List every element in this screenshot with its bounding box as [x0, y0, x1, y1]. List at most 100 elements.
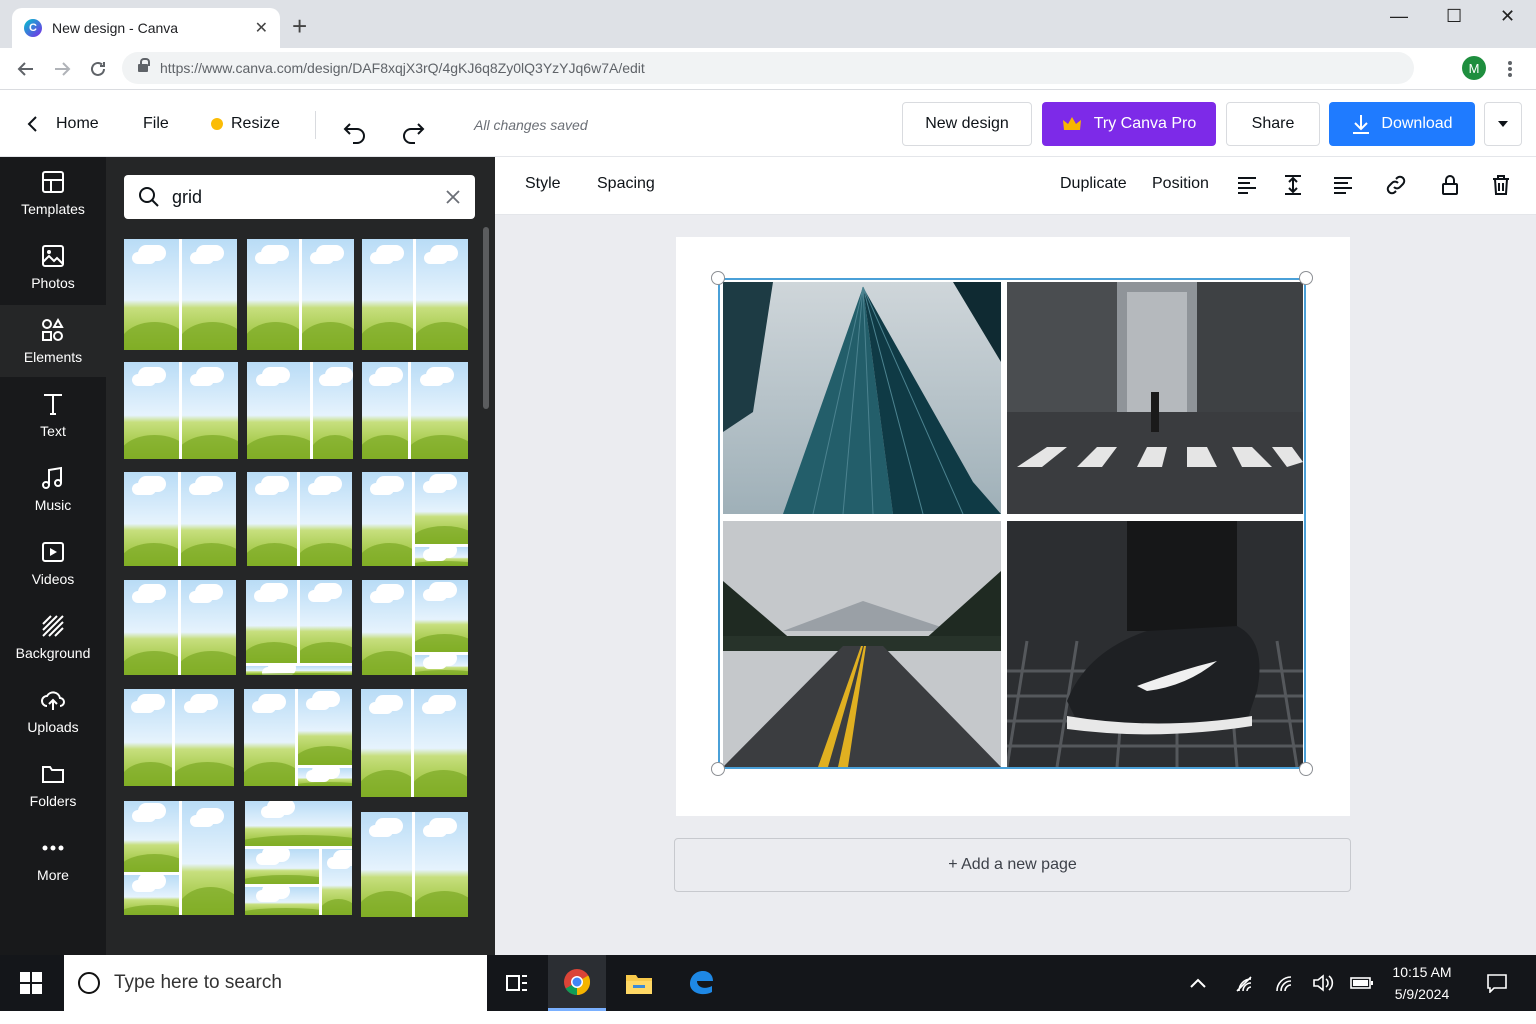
chrome-taskbar-button[interactable] — [548, 955, 606, 1011]
sidebar-item-uploads[interactable]: Uploads — [0, 675, 106, 747]
resize-handle[interactable] — [711, 271, 725, 285]
sidebar-label: Uploads — [27, 719, 79, 735]
new-tab-button[interactable]: + — [292, 12, 307, 40]
network-icon[interactable] — [1234, 973, 1254, 993]
screen-bottom-border — [0, 1011, 1536, 1024]
minimize-button[interactable]: — — [1390, 6, 1408, 28]
wifi-icon[interactable] — [1274, 973, 1294, 993]
more-options-button[interactable] — [1484, 102, 1522, 146]
grid-result[interactable] — [124, 801, 234, 915]
home-button[interactable]: Home — [26, 105, 99, 143]
trash-icon[interactable] — [1489, 173, 1513, 197]
grid-result[interactable] — [247, 362, 353, 459]
forward-arrow-icon[interactable] — [52, 59, 72, 79]
sidebar-item-folders[interactable]: Folders — [0, 749, 106, 821]
sidebar-item-videos[interactable]: Videos — [0, 527, 106, 599]
home-label: Home — [56, 115, 99, 132]
undo-icon[interactable] — [342, 113, 368, 151]
grid-result[interactable] — [246, 580, 352, 675]
volume-icon[interactable] — [1312, 973, 1334, 993]
crown-icon — [1062, 117, 1081, 130]
chevron-left-icon — [27, 116, 37, 132]
close-window-button[interactable]: ✕ — [1500, 6, 1515, 28]
line-spacing-icon[interactable] — [1281, 173, 1305, 197]
duplicate-button[interactable]: Duplicate — [1060, 175, 1127, 193]
browser-tab[interactable]: C New design - Canva ✕ — [12, 8, 280, 48]
grid-result[interactable] — [124, 580, 236, 675]
resize-button[interactable]: Resize — [211, 105, 280, 143]
add-page-button[interactable]: + Add a new page — [674, 838, 1351, 892]
search-input[interactable]: grid — [172, 187, 445, 208]
edge-button[interactable] — [672, 955, 730, 1011]
canva-favicon-icon: C — [24, 19, 42, 37]
windows-taskbar: Type here to search 10:15 AM 5/9/2024 — [0, 955, 1536, 1011]
profile-avatar[interactable]: M — [1462, 56, 1486, 80]
sidebar-label: Text — [40, 423, 66, 439]
selection-frame[interactable] — [718, 278, 1306, 769]
lock-icon[interactable] — [1438, 173, 1462, 197]
grid-result[interactable] — [244, 689, 352, 786]
share-button[interactable]: Share — [1226, 102, 1320, 146]
position-button[interactable]: Position — [1152, 175, 1209, 193]
grid-result[interactable] — [245, 801, 352, 915]
url-bar[interactable]: https://www.canva.com/design/DAF8xqjX3rQ… — [122, 52, 1414, 84]
taskbar-search[interactable]: Type here to search — [64, 955, 487, 1011]
grid-result[interactable] — [362, 239, 468, 350]
back-arrow-icon[interactable] — [16, 59, 36, 79]
elements-search-field[interactable]: grid — [124, 175, 475, 219]
sidebar-item-text[interactable]: Text — [0, 379, 106, 451]
redo-icon[interactable] — [400, 113, 426, 151]
reload-icon[interactable] — [88, 59, 108, 79]
panel-scrollbar[interactable] — [483, 227, 489, 409]
grid-result[interactable] — [124, 689, 234, 786]
resize-handle[interactable] — [711, 762, 725, 776]
download-button[interactable]: Download — [1329, 102, 1475, 146]
sidebar-item-elements[interactable]: Elements — [0, 305, 106, 377]
grid-result[interactable] — [362, 362, 468, 459]
file-explorer-icon — [626, 975, 652, 994]
list-icon[interactable] — [1331, 173, 1355, 197]
taskbar-clock[interactable]: 10:15 AM 5/9/2024 — [1384, 961, 1460, 1005]
grid-result[interactable] — [247, 239, 354, 350]
sidebar-item-background[interactable]: Background — [0, 601, 106, 673]
try-canva-pro-button[interactable]: Try Canva Pro — [1042, 102, 1216, 146]
grid-result[interactable] — [124, 472, 236, 566]
grid-result[interactable] — [362, 472, 468, 566]
tab-close-icon[interactable]: ✕ — [255, 18, 268, 38]
windows-start-icon[interactable] — [20, 972, 42, 994]
search-icon — [139, 187, 159, 207]
clear-search-icon[interactable] — [445, 189, 461, 205]
browser-menu-icon[interactable] — [1500, 60, 1520, 78]
align-left-icon[interactable] — [1235, 173, 1259, 197]
sidebar-label: Photos — [31, 275, 75, 291]
notifications-icon[interactable] — [1486, 973, 1508, 993]
chevron-up-icon[interactable] — [1188, 973, 1208, 993]
file-menu-button[interactable]: File — [143, 105, 169, 143]
maximize-button[interactable]: ☐ — [1446, 6, 1462, 28]
resize-handle[interactable] — [1299, 762, 1313, 776]
new-design-button[interactable]: New design — [902, 102, 1032, 146]
style-button[interactable]: Style — [525, 175, 561, 193]
link-icon[interactable] — [1384, 173, 1408, 197]
file-explorer-button[interactable] — [610, 955, 668, 1011]
download-label: Download — [1381, 115, 1453, 132]
grid-result[interactable] — [361, 812, 468, 917]
download-icon — [1353, 115, 1370, 134]
grid-result[interactable] — [362, 580, 468, 675]
sidebar-item-more[interactable]: More — [0, 823, 106, 895]
sidebar-item-photos[interactable]: Photos — [0, 231, 106, 303]
left-sidebar: Templates Photos Elements Text Music Vid… — [0, 157, 106, 955]
sidebar-label: Music — [34, 497, 72, 513]
sidebar-item-music[interactable]: Music — [0, 453, 106, 525]
task-view-button[interactable] — [488, 955, 546, 1011]
battery-icon[interactable] — [1350, 973, 1374, 993]
grid-result[interactable] — [124, 362, 238, 459]
resize-label: Resize — [231, 115, 280, 132]
url-text: https://www.canva.com/design/DAF8xqjX3rQ… — [160, 60, 645, 76]
grid-result[interactable] — [361, 689, 467, 797]
grid-result[interactable] — [124, 239, 237, 350]
resize-handle[interactable] — [1299, 271, 1313, 285]
sidebar-item-templates[interactable]: Templates — [0, 157, 106, 229]
grid-result[interactable] — [247, 472, 352, 566]
spacing-button[interactable]: Spacing — [597, 175, 655, 193]
